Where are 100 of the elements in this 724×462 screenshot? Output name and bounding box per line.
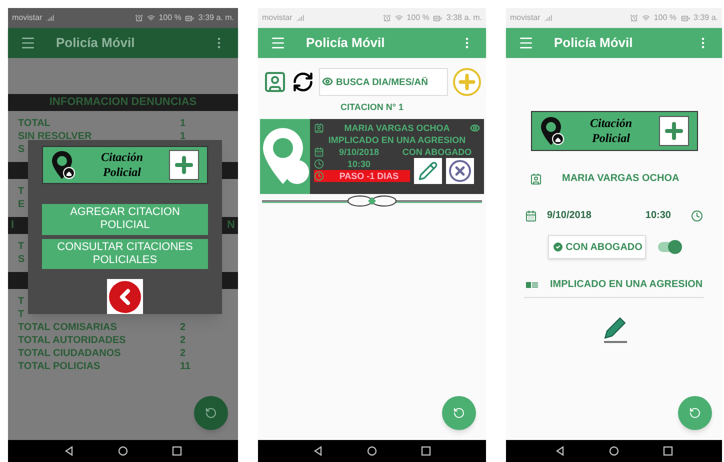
lawyer-label: CON ABOGADO xyxy=(566,240,642,254)
carrier-text: movistar xyxy=(12,12,42,24)
home-icon[interactable] xyxy=(367,446,377,456)
plus-icon xyxy=(169,150,199,180)
reason-field[interactable]: IMPLICADO EN UNA AGRESION xyxy=(524,277,704,298)
row-value: 2 xyxy=(180,334,187,348)
alarm-icon xyxy=(382,14,391,22)
row-label: TOTAL AUTORIDADES xyxy=(18,334,126,348)
row-label: SIN RESOLVER xyxy=(18,130,92,144)
floating-action-button[interactable] xyxy=(678,396,712,430)
list-title: CITACION N° 1 xyxy=(340,101,404,114)
row-value: 1 xyxy=(180,117,187,131)
row-label: TOTAL xyxy=(18,117,50,131)
header-text: N xyxy=(227,218,235,234)
app-title: Policía Móvil xyxy=(554,34,634,52)
signal-icon xyxy=(544,14,552,22)
menu-icon[interactable] xyxy=(270,35,286,51)
menu-icon[interactable] xyxy=(518,35,534,51)
check-circle-icon xyxy=(552,241,564,253)
time-text: 10:30 xyxy=(645,209,671,223)
header-text: INFORMACION DENUNCIAS xyxy=(48,95,198,110)
clock-icon xyxy=(314,158,324,168)
signal-icon xyxy=(46,14,54,22)
plus-icon xyxy=(456,71,478,93)
wifi-icon xyxy=(146,14,155,22)
menu-icon[interactable] xyxy=(20,35,36,51)
battery-icon xyxy=(680,14,690,22)
alarm-icon xyxy=(134,14,143,22)
clock-text: 3:39 a. xyxy=(694,12,718,24)
contact-icon[interactable] xyxy=(263,70,287,94)
close-icon xyxy=(453,164,467,178)
signal-icon xyxy=(296,14,304,22)
row-label: T xyxy=(18,240,24,254)
logo-text: Citación Policial xyxy=(588,116,633,146)
back-icon[interactable] xyxy=(313,446,323,456)
floating-action-button[interactable] xyxy=(442,396,476,430)
row-label: S xyxy=(18,253,25,267)
home-icon[interactable] xyxy=(609,446,619,456)
plus-icon xyxy=(658,116,688,146)
header-text: I xyxy=(11,218,14,234)
row-value: 11 xyxy=(180,360,192,374)
citation-card[interactable]: MARIA VARGAS OCHOA IMPLICADO EN UNA AGRESION 9/10/2018 CON ABOGADO 10:30 PASO -1 DIAS xyxy=(260,118,484,194)
location-pin-icon xyxy=(261,126,309,186)
delete-button[interactable] xyxy=(446,158,474,184)
edit-button[interactable] xyxy=(414,158,442,184)
clock-text: 3:38 a. m. xyxy=(446,12,482,24)
dialog-button[interactable]: CONSULTAR CITACIONES POLICIALES xyxy=(42,238,208,270)
calendar-icon xyxy=(525,210,537,222)
row-label: T xyxy=(18,295,24,309)
circular-arrow-icon xyxy=(689,407,701,419)
home-icon[interactable] xyxy=(118,446,128,456)
dialog-button[interactable]: AGREGAR CITACION POLICIAL xyxy=(42,204,208,235)
reason-text: IMPLICADO EN UNA AGRESION xyxy=(327,134,467,146)
person-icon xyxy=(314,122,324,132)
id-card-icon xyxy=(526,280,538,288)
view-icon xyxy=(470,122,480,132)
recents-icon[interactable] xyxy=(172,446,182,456)
battery-text: 100 % xyxy=(406,12,430,24)
back-icon[interactable] xyxy=(64,446,74,456)
circular-arrow-icon xyxy=(205,407,217,419)
battery-text: 100 % xyxy=(654,12,677,24)
sync-icon[interactable] xyxy=(292,71,314,93)
time-text: 10:30 xyxy=(346,158,372,170)
alarm-icon xyxy=(630,14,638,22)
row-value: 2 xyxy=(180,321,187,335)
calendar-icon xyxy=(314,146,324,156)
row-label: TOTAL POLICIAS xyxy=(18,360,100,374)
person-name: MARIA VARGAS OCHOA xyxy=(343,122,451,134)
battery-icon xyxy=(433,14,442,22)
reason-text: IMPLICADO EN UNA AGRESION xyxy=(550,278,703,292)
logo-text: Citación Policial xyxy=(100,150,144,180)
battery-text: 100 % xyxy=(158,12,182,24)
carrier-text: movistar xyxy=(262,12,292,24)
wifi-icon xyxy=(394,14,403,22)
app-title: Policía Móvil xyxy=(306,34,386,52)
clock-icon xyxy=(314,170,324,180)
pencil-icon xyxy=(418,160,438,180)
row-label: T xyxy=(18,308,24,322)
person-name: MARIA VARGAS OCHOA xyxy=(562,172,680,186)
wifi-icon xyxy=(642,14,650,22)
back-button[interactable] xyxy=(107,279,143,314)
row-value: 2 xyxy=(180,347,187,361)
back-icon[interactable] xyxy=(555,446,565,456)
row-value: 1 xyxy=(180,130,187,144)
row-label: TOTAL COMISARIAS xyxy=(18,321,117,335)
lawyer-switch[interactable] xyxy=(658,242,680,252)
carrier-text: movistar xyxy=(510,12,540,24)
lawyer-text: CON ABOGADO xyxy=(401,146,473,158)
row-label: T xyxy=(18,185,24,199)
recents-icon[interactable] xyxy=(663,446,673,456)
location-pin-icon xyxy=(51,150,75,180)
status-text: PASO -1 DIAS xyxy=(338,170,400,182)
row-label: S xyxy=(18,143,25,157)
clock-icon xyxy=(691,210,703,222)
circular-arrow-icon xyxy=(453,407,465,419)
eye-icon xyxy=(322,76,333,87)
recents-icon[interactable] xyxy=(421,446,431,456)
person-icon xyxy=(530,172,542,184)
app-title: Policía Móvil xyxy=(56,34,136,52)
floating-action-button[interactable] xyxy=(194,396,228,430)
